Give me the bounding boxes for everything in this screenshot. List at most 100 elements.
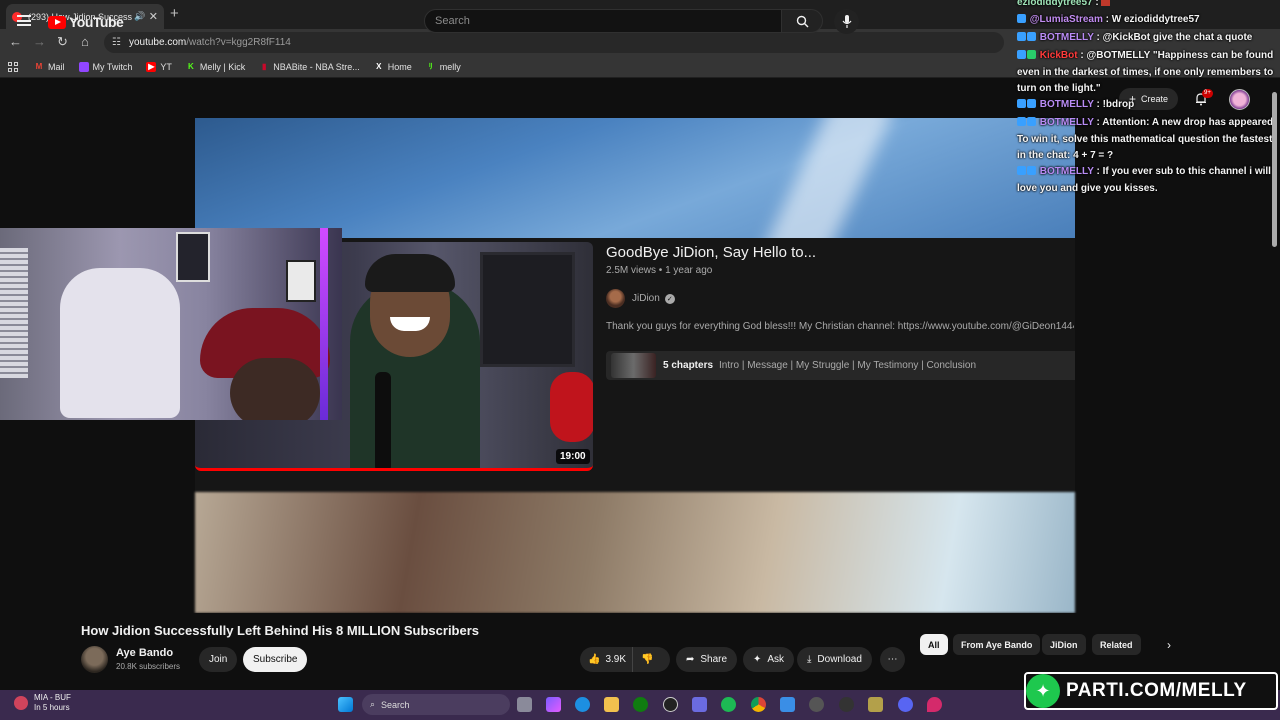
location-pin-icon[interactable] xyxy=(927,697,942,712)
bookmark-nbabite[interactable]: ▮ NBABite - NBA Stre... xyxy=(259,62,360,72)
back-icon[interactable]: ← xyxy=(9,34,22,49)
channel-avatar[interactable] xyxy=(606,289,625,308)
chat-username: eziodiddytree57 xyxy=(1017,0,1093,8)
chat-username: BOTMELLY xyxy=(1039,117,1094,128)
new-tab-icon[interactable]: + xyxy=(170,5,179,22)
share-button[interactable]: ➦ Share xyxy=(676,647,738,672)
owner-name[interactable]: Aye Bando xyxy=(116,647,173,659)
search-icon: ⌕ xyxy=(370,699,376,709)
chip-jidion[interactable]: JiDion xyxy=(1042,634,1086,655)
spotify-icon[interactable] xyxy=(721,697,736,712)
weather-widget[interactable]: MIA - BUF In 5 hours xyxy=(14,693,71,713)
microphone-icon xyxy=(842,15,851,28)
chat-badge-icon xyxy=(1027,99,1036,108)
bookmark-kick[interactable]: K Melly | Kick xyxy=(186,62,245,72)
player-sky-background xyxy=(195,118,1075,238)
video-title: How Jidion Successfully Left Behind His … xyxy=(81,623,480,638)
thumbs-up-icon: 👍 xyxy=(588,654,601,665)
chevron-right-icon[interactable]: › xyxy=(1167,638,1171,652)
app-icon[interactable] xyxy=(780,697,795,712)
voice-search-button[interactable] xyxy=(834,9,859,34)
bookmark-home-x[interactable]: X Home xyxy=(374,62,412,72)
site-info-icon[interactable]: ☷ xyxy=(112,37,121,48)
apps-grid-icon[interactable] xyxy=(8,61,18,72)
owner-avatar[interactable] xyxy=(81,646,108,673)
file-explorer-icon[interactable] xyxy=(604,697,619,712)
taskbar-search[interactable]: ⌕ Search xyxy=(362,694,510,715)
bookmark-melly[interactable]: ﾘ melly xyxy=(426,62,461,72)
bookmark-label: melly xyxy=(439,61,461,72)
chat-text: @KickBot give the chat a quote xyxy=(1102,32,1253,43)
x-icon: X xyxy=(376,62,382,71)
weather-title: MIA - BUF xyxy=(34,693,71,702)
forward-icon[interactable]: → xyxy=(33,34,46,49)
join-button[interactable]: Join xyxy=(199,647,238,672)
copilot-icon[interactable] xyxy=(546,697,561,712)
bookmark-mail[interactable]: M Mail xyxy=(34,62,65,72)
thumbs-down-icon[interactable]: 👎 xyxy=(633,654,661,665)
featured-video-title[interactable]: GoodBye JiDion, Say Hello to... xyxy=(606,244,816,261)
chip-related[interactable]: Related xyxy=(1092,634,1141,655)
bookmark-label: Home xyxy=(387,61,412,72)
menu-icon[interactable] xyxy=(17,15,31,26)
close-tab-icon[interactable]: ✕ xyxy=(149,10,158,23)
featured-channel[interactable]: JiDion ✓ xyxy=(606,289,675,308)
chapters-thumbnail xyxy=(611,353,656,378)
kick-icon: K xyxy=(187,62,194,71)
chip-from-aye-bando[interactable]: From Aye Bando xyxy=(953,634,1041,655)
chat-badge-icon xyxy=(1017,117,1026,126)
url-bar[interactable]: ☷ youtube.com/watch?v=kgg2R8fF114 xyxy=(104,32,1004,53)
verified-check-icon: ✓ xyxy=(664,293,675,304)
share-icon: ➦ xyxy=(686,654,695,665)
featured-video-description: Thank you guys for everything God bless!… xyxy=(606,321,1074,332)
search-input[interactable]: Search xyxy=(424,9,782,33)
webcam-blinds xyxy=(0,248,28,378)
app-icon[interactable] xyxy=(868,697,883,712)
windows-start-icon[interactable] xyxy=(338,697,353,712)
search-button[interactable] xyxy=(781,9,823,33)
twitch-icon xyxy=(78,61,89,72)
featured-video-meta: 2.5M views • 1 year ago xyxy=(606,265,713,276)
reload-icon[interactable]: ↻ xyxy=(57,34,68,50)
subscribe-button[interactable]: Subscribe xyxy=(243,647,308,672)
xbox-icon[interactable] xyxy=(633,697,648,712)
obs-icon[interactable] xyxy=(839,697,854,712)
chip-all[interactable]: All xyxy=(920,634,948,655)
chat-message: BOTMELLY : Attention: A new drop has app… xyxy=(1017,115,1279,165)
webcam-poster xyxy=(176,232,210,282)
store-icon[interactable] xyxy=(692,697,707,712)
chat-separator: : xyxy=(1093,166,1103,177)
chat-text: W eziodiddytree57 xyxy=(1111,14,1200,25)
sports-score-icon xyxy=(14,696,28,710)
youtube-logo[interactable]: YouTube xyxy=(48,14,124,30)
chapters-bar[interactable]: 5 chapters Intro | Message | My Struggle… xyxy=(606,351,1075,380)
weather-text: MIA - BUF In 5 hours xyxy=(34,693,71,713)
like-button[interactable]: 👍 3.9K xyxy=(580,647,634,672)
discord-icon[interactable] xyxy=(898,697,913,712)
page-scrollbar[interactable] xyxy=(1272,92,1277,247)
edge-icon[interactable] xyxy=(575,697,590,712)
chrome-icon[interactable] xyxy=(751,697,766,712)
chat-username: @LumiaStream xyxy=(1029,14,1103,25)
bookmark-twitch[interactable]: My Twitch xyxy=(78,61,132,72)
search-icon xyxy=(796,15,808,27)
download-button[interactable]: ⤓ Download xyxy=(797,647,872,672)
url-path: /watch?v=kgg2R8fF114 xyxy=(186,37,291,48)
more-actions-icon[interactable]: ⋯ xyxy=(880,647,905,672)
kick-icon: ﾘ xyxy=(428,62,433,71)
task-view-icon[interactable] xyxy=(517,697,532,712)
home-icon[interactable]: ⌂ xyxy=(81,34,89,49)
bookmark-label: Melly | Kick xyxy=(199,61,246,72)
speaker-icon[interactable]: 🔊 xyxy=(134,11,145,22)
ask-button[interactable]: ✦ Ask xyxy=(743,647,795,672)
channel-name[interactable]: JiDion xyxy=(632,293,660,304)
media-player-icon[interactable] xyxy=(809,697,824,712)
blurred-video-frame xyxy=(195,492,1075,613)
bookmark-yt[interactable]: ▶ YT xyxy=(146,61,172,72)
ask-label: Ask xyxy=(767,654,785,665)
chat-badge-icon xyxy=(1027,117,1036,126)
bookmark-label: YT xyxy=(160,61,172,72)
parti-logo-icon: ✦ xyxy=(1026,674,1060,708)
share-label: Share xyxy=(700,654,728,665)
steam-icon[interactable] xyxy=(663,697,678,712)
